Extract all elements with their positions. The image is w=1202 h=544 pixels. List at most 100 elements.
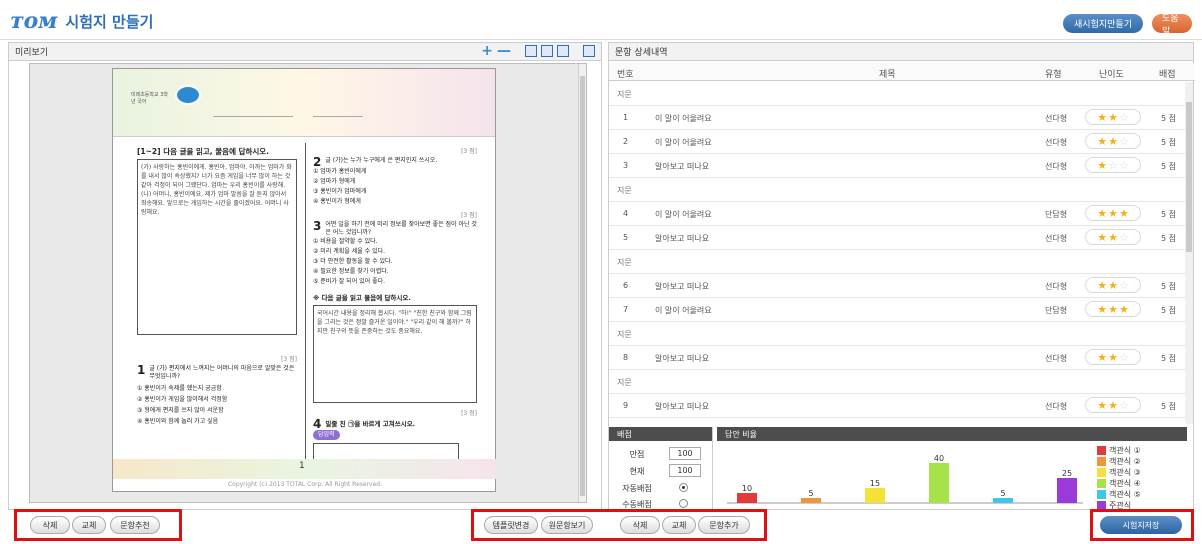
preview-title: 미리보기 xyxy=(15,48,49,58)
item-number: 5 xyxy=(623,233,629,242)
page-number: 1 xyxy=(299,461,305,471)
full-score-label: 만점 xyxy=(629,450,645,459)
item-title: 이 말이 어울려요 xyxy=(655,114,712,123)
name-line xyxy=(213,109,293,117)
replace-button-right[interactable]: 교체 xyxy=(662,516,696,534)
passage-label: 지문 xyxy=(617,186,632,195)
full-score-field[interactable]: 100 xyxy=(669,447,701,460)
item-number: 9 xyxy=(623,401,629,410)
item-type: 단답형 xyxy=(1045,306,1068,315)
item-type: 선다형 xyxy=(1045,234,1068,243)
add-item-button[interactable]: 문항추가 xyxy=(698,516,750,534)
item-title: 알아보고 떠나요 xyxy=(655,162,710,171)
detail-panel: 문항 상세내역 번호 제목 유형 난이도 배점 지문 1 이 말이 어울려요 선다형 5… xyxy=(608,42,1195,511)
item-number: 4 xyxy=(623,209,629,218)
replace-button-left[interactable]: 교체 xyxy=(72,516,106,534)
difficulty-stars: ★ ★ ☆ xyxy=(1085,229,1141,245)
item-score: 5 점 xyxy=(1161,210,1176,219)
difficulty-stars: ★ ☆ ☆ xyxy=(1085,157,1141,173)
answer-chip: 답입력 xyxy=(313,430,340,440)
auto-score-radio[interactable] xyxy=(679,483,688,492)
item-score: 5 점 xyxy=(1161,138,1176,147)
delete-button-right[interactable]: 삭제 xyxy=(620,516,660,534)
star-icon: ★ xyxy=(1097,134,1108,148)
star-icon: ☆ xyxy=(1118,398,1129,412)
table-scroll-thumb[interactable] xyxy=(1186,102,1192,252)
legend-item: 객관식 ② xyxy=(1097,456,1141,467)
legend-swatch xyxy=(1097,490,1106,499)
q2-points: [3 점] xyxy=(461,148,477,155)
passage-box: (가) 사랑하는 홍빈이에게. 홍빈아, 엄마야. 아까는 엄마가 화를 내서 … xyxy=(137,159,297,335)
item-row[interactable]: 8 알아보고 떠나요 선다형 5 점 ★ ★ ☆ xyxy=(609,346,1185,370)
chart-bar xyxy=(1057,478,1077,503)
page-title: 시험지 만들기 xyxy=(65,12,154,31)
item-row[interactable]: 5 알아보고 떠나요 선다형 5 점 ★ ★ ☆ xyxy=(609,226,1185,250)
passage-row[interactable]: 지문 xyxy=(609,178,1185,202)
zoom-in-icon[interactable]: + xyxy=(481,44,493,58)
item-score: 5 점 xyxy=(1161,402,1176,411)
item-table: 지문 1 이 말이 어울려요 선다형 5 점 ★ ★ ☆ 2 이 말이 어울려요 선다형 5 점 ★ ★ ☆… xyxy=(609,82,1185,424)
score-title: 배점 xyxy=(609,427,712,441)
preview-scrollbar[interactable] xyxy=(578,64,586,502)
layout-grid-icon[interactable] xyxy=(583,45,595,57)
new-exam-button[interactable]: 새시험지만들기 xyxy=(1063,14,1143,33)
difficulty-stars: ★ ★ ☆ xyxy=(1085,397,1141,413)
passage-row[interactable]: 지문 xyxy=(609,370,1185,394)
q1-number: 1 xyxy=(137,363,146,377)
star-icon: ☆ xyxy=(1118,134,1129,148)
delete-button-left[interactable]: 삭제 xyxy=(30,516,70,534)
preview-panel: 미리보기 + — 미래초등학교 3학년 국어 [1~2] 다음 글을 읽고, 물… xyxy=(8,42,602,510)
difficulty-stars: ★ ★ ☆ xyxy=(1085,109,1141,125)
legend-swatch xyxy=(1097,468,1106,477)
star-icon: ★ xyxy=(1097,278,1108,292)
item-number: 6 xyxy=(623,281,629,290)
zoom-out-icon[interactable]: — xyxy=(497,44,511,58)
layout-two-icon[interactable] xyxy=(541,45,553,57)
passage-row[interactable]: 지문 xyxy=(609,250,1185,274)
help-button[interactable]: 도움말 xyxy=(1152,14,1192,37)
preview-scroll-thumb[interactable] xyxy=(580,76,585,496)
table-scrollbar[interactable] xyxy=(1185,82,1193,424)
q3-points: [3 점] xyxy=(461,212,477,219)
legend-label: 객관식 ④ xyxy=(1109,479,1141,488)
passage-row[interactable]: 지문 xyxy=(609,322,1185,346)
item-row[interactable]: 3 알아보고 떠나요 선다형 5 점 ★ ☆ ☆ xyxy=(609,154,1185,178)
q4-number: 4 xyxy=(313,417,322,431)
answer-ratio-chart: 10 5 15 40 5 25 xyxy=(727,454,1083,504)
q3-choice: ⑤ 준비가 잘 되어 있어 좋다. xyxy=(313,278,386,285)
top-bar: ᴛᴏᴍ 시험지 만들기 새시험지만들기 도움말 xyxy=(0,0,1202,40)
star-icon: ★ xyxy=(1097,350,1108,364)
passage-label: 지문 xyxy=(617,90,632,99)
item-row[interactable]: 7이 말이 어울려요 단답형 5 점 ★ ★ ★ xyxy=(609,298,1185,322)
bar-value-label: 15 xyxy=(870,479,880,488)
score-line xyxy=(313,109,363,117)
item-row[interactable]: 1이 말이 어울려요 선다형 5 점 ★ ★ ☆ xyxy=(609,106,1185,130)
layout-one-icon[interactable] xyxy=(525,45,537,57)
current-score-row: 현재 100 xyxy=(609,462,713,479)
score-panel: 배점 만점 100 현재 100 자동배점 수동배점 xyxy=(609,427,713,511)
view-original-button[interactable]: 원문항보기 xyxy=(541,516,593,534)
answer-ratio-panel: 답안 비율 10 5 15 40 5 25 객관식 ① 객관식 ② 객관식 ③ 객관식 ④ 객관식… xyxy=(717,427,1187,511)
col-title: 제목 xyxy=(879,70,896,80)
star-icon: ★ xyxy=(1108,206,1118,220)
item-score: 5 점 xyxy=(1161,282,1176,291)
item-row[interactable]: 9 알아보고 떠나요 선다형 5 점 ★ ★ ☆ xyxy=(609,394,1185,418)
app-logo: ᴛᴏᴍ 시험지 만들기 xyxy=(10,8,153,34)
template-change-button[interactable]: 템플릿변경 xyxy=(484,516,538,534)
item-type: 선다형 xyxy=(1045,138,1068,147)
q4-points: [3 점] xyxy=(461,410,477,417)
passage-row[interactable]: 지문 xyxy=(609,418,1185,424)
q3-choice: ① 비용을 절약할 수 있다. xyxy=(313,238,378,245)
layout-three-icon[interactable] xyxy=(557,45,569,57)
item-row[interactable]: 4이 말이 어울려요 단답형 5 점 ★ ★ ★ xyxy=(609,202,1185,226)
save-exam-button[interactable]: 시험지저장 xyxy=(1100,516,1182,534)
q3-number: 3 xyxy=(313,219,322,233)
item-type: 선다형 xyxy=(1045,402,1068,411)
item-row[interactable]: 2이 말이 어울려요 선다형 5 점 ★ ★ ☆ xyxy=(609,130,1185,154)
paper-column-left: [1~2] 다음 글을 읽고, 물음에 답하시오. (가) 사랑하는 홍빈이에게… xyxy=(137,147,297,427)
recommend-button[interactable]: 문항추천 xyxy=(110,516,160,534)
manual-score-radio[interactable] xyxy=(679,499,688,508)
item-row[interactable]: 6 알아보고 떠나요 선다형 5 점 ★ ★ ☆ xyxy=(609,274,1185,298)
q2-choices: ① 엄마가 홍빈이에게 ② 엄마가 형에게 ③ 홍빈이가 엄마에게 ④ 홍빈이가… xyxy=(313,167,477,207)
passage-row[interactable]: 지문 xyxy=(609,82,1185,106)
